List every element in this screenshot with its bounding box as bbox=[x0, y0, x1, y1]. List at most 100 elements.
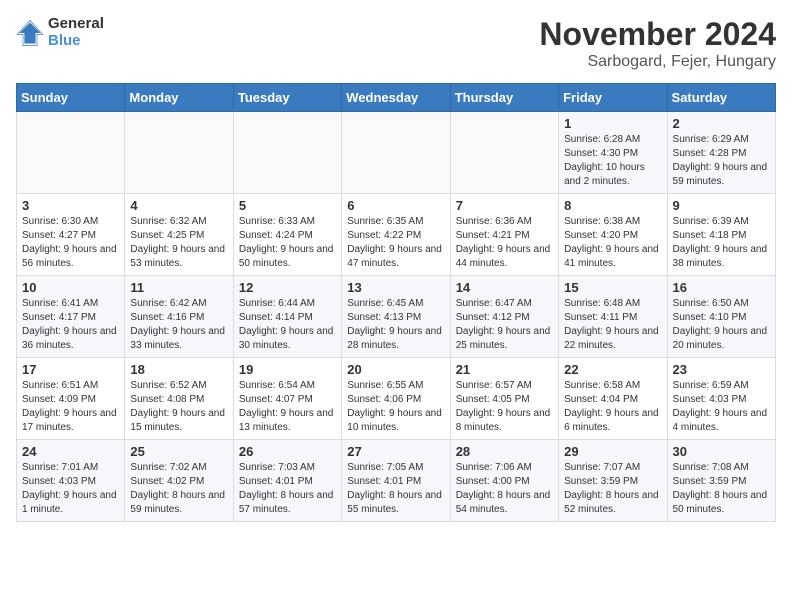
day-info: Sunrise: 6:45 AMSunset: 4:13 PMDaylight:… bbox=[347, 297, 444, 353]
day-info: Sunrise: 7:02 AMSunset: 4:02 PMDaylight:… bbox=[130, 461, 227, 517]
day-cell: 1 Sunrise: 6:28 AMSunset: 4:30 PMDaylight… bbox=[559, 112, 667, 194]
header-monday: Monday bbox=[125, 84, 233, 112]
day-cell: 25 Sunrise: 7:02 AMSunset: 4:02 PMDayligh… bbox=[125, 440, 233, 522]
day-number: 30 bbox=[673, 444, 770, 459]
day-cell: 17 Sunrise: 6:51 AMSunset: 4:09 PMDayligh… bbox=[17, 358, 125, 440]
day-number: 4 bbox=[130, 198, 227, 213]
day-cell: 8 Sunrise: 6:38 AMSunset: 4:20 PMDaylight… bbox=[559, 194, 667, 276]
day-number: 10 bbox=[22, 280, 119, 295]
day-cell: 13Sunrise: 6:45 AMSunset: 4:13 PMDayligh… bbox=[342, 276, 450, 358]
day-number: 28 bbox=[456, 444, 553, 459]
day-number: 24 bbox=[22, 444, 119, 459]
day-info: Sunrise: 7:01 AMSunset: 4:03 PMDaylight:… bbox=[22, 461, 119, 517]
day-info: Sunrise: 6:51 AMSunset: 4:09 PMDaylight:… bbox=[22, 379, 119, 435]
day-cell: 30 Sunrise: 7:08 AMSunset: 3:59 PMDayligh… bbox=[667, 440, 775, 522]
day-cell: 11 Sunrise: 6:42 AMSunset: 4:16 PMDayligh… bbox=[125, 276, 233, 358]
day-cell: 20 Sunrise: 6:55 AMSunset: 4:06 PMDayligh… bbox=[342, 358, 450, 440]
header-sunday: Sunday bbox=[17, 84, 125, 112]
day-info: Sunrise: 6:42 AMSunset: 4:16 PMDaylight:… bbox=[130, 297, 227, 353]
day-number: 18 bbox=[130, 362, 227, 377]
logo-icon bbox=[16, 19, 44, 47]
day-info: Sunrise: 6:50 AMSunset: 4:10 PMDaylight:… bbox=[673, 297, 770, 353]
day-number: 17 bbox=[22, 362, 119, 377]
day-number: 2 bbox=[673, 116, 770, 131]
day-cell: 26 Sunrise: 7:03 AMSunset: 4:01 PMDayligh… bbox=[233, 440, 341, 522]
logo-text: General Blue bbox=[48, 16, 104, 49]
day-info: Sunrise: 7:06 AMSunset: 4:00 PMDaylight:… bbox=[456, 461, 553, 517]
day-number: 25 bbox=[130, 444, 227, 459]
week-row-5: 24 Sunrise: 7:01 AMSunset: 4:03 PMDayligh… bbox=[17, 440, 776, 522]
month-title: November 2024 bbox=[539, 16, 776, 53]
logo: General Blue bbox=[16, 16, 104, 49]
day-number: 19 bbox=[239, 362, 336, 377]
day-number: 21 bbox=[456, 362, 553, 377]
week-row-2: 3 Sunrise: 6:30 AMSunset: 4:27 PMDaylight… bbox=[17, 194, 776, 276]
day-info: Sunrise: 6:48 AMSunset: 4:11 PMDaylight:… bbox=[564, 297, 661, 353]
day-cell: 5Sunrise: 6:33 AMSunset: 4:24 PMDaylight… bbox=[233, 194, 341, 276]
header-wednesday: Wednesday bbox=[342, 84, 450, 112]
day-info: Sunrise: 7:05 AMSunset: 4:01 PMDaylight:… bbox=[347, 461, 444, 517]
day-cell: 3 Sunrise: 6:30 AMSunset: 4:27 PMDaylight… bbox=[17, 194, 125, 276]
day-cell: 28 Sunrise: 7:06 AMSunset: 4:00 PMDayligh… bbox=[450, 440, 558, 522]
day-number: 22 bbox=[564, 362, 661, 377]
day-cell: 21 Sunrise: 6:57 AMSunset: 4:05 PMDayligh… bbox=[450, 358, 558, 440]
day-number: 7 bbox=[456, 198, 553, 213]
day-info: Sunrise: 6:35 AMSunset: 4:22 PMDaylight:… bbox=[347, 215, 444, 271]
header-tuesday: Tuesday bbox=[233, 84, 341, 112]
week-row-1: 1 Sunrise: 6:28 AMSunset: 4:30 PMDaylight… bbox=[17, 112, 776, 194]
day-number: 11 bbox=[130, 280, 227, 295]
logo-blue: Blue bbox=[48, 33, 104, 50]
day-info: Sunrise: 6:39 AMSunset: 4:18 PMDaylight:… bbox=[673, 215, 770, 271]
day-number: 23 bbox=[673, 362, 770, 377]
day-cell: 23 Sunrise: 6:59 AMSunset: 4:03 PMDayligh… bbox=[667, 358, 775, 440]
day-cell: 6 Sunrise: 6:35 AMSunset: 4:22 PMDaylight… bbox=[342, 194, 450, 276]
week-row-3: 10 Sunrise: 6:41 AMSunset: 4:17 PMDayligh… bbox=[17, 276, 776, 358]
day-info: Sunrise: 6:41 AMSunset: 4:17 PMDaylight:… bbox=[22, 297, 119, 353]
day-cell bbox=[342, 112, 450, 194]
day-info: Sunrise: 7:03 AMSunset: 4:01 PMDaylight:… bbox=[239, 461, 336, 517]
day-number: 3 bbox=[22, 198, 119, 213]
day-info: Sunrise: 6:32 AMSunset: 4:25 PMDaylight:… bbox=[130, 215, 227, 271]
day-info: Sunrise: 6:36 AMSunset: 4:21 PMDaylight:… bbox=[456, 215, 553, 271]
day-number: 1 bbox=[564, 116, 661, 131]
day-cell: 16Sunrise: 6:50 AMSunset: 4:10 PMDayligh… bbox=[667, 276, 775, 358]
location-title: Sarbogard, Fejer, Hungary bbox=[539, 53, 776, 71]
day-info: Sunrise: 6:55 AMSunset: 4:06 PMDaylight:… bbox=[347, 379, 444, 435]
day-number: 8 bbox=[564, 198, 661, 213]
day-info: Sunrise: 6:30 AMSunset: 4:27 PMDaylight:… bbox=[22, 215, 119, 271]
day-number: 12 bbox=[239, 280, 336, 295]
day-cell: 14 Sunrise: 6:47 AMSunset: 4:12 PMDayligh… bbox=[450, 276, 558, 358]
day-number: 14 bbox=[456, 280, 553, 295]
day-cell: 12 Sunrise: 6:44 AMSunset: 4:14 PMDayligh… bbox=[233, 276, 341, 358]
day-number: 29 bbox=[564, 444, 661, 459]
day-cell bbox=[450, 112, 558, 194]
day-cell: 9 Sunrise: 6:39 AMSunset: 4:18 PMDaylight… bbox=[667, 194, 775, 276]
day-info: Sunrise: 6:38 AMSunset: 4:20 PMDaylight:… bbox=[564, 215, 661, 271]
page-header: General Blue November 2024 Sarbogard, Fe… bbox=[16, 16, 776, 71]
day-number: 5 bbox=[239, 198, 336, 213]
day-number: 6 bbox=[347, 198, 444, 213]
header-friday: Friday bbox=[559, 84, 667, 112]
day-info: Sunrise: 6:59 AMSunset: 4:03 PMDaylight:… bbox=[673, 379, 770, 435]
day-info: Sunrise: 6:28 AMSunset: 4:30 PMDaylight:… bbox=[564, 133, 661, 189]
day-cell bbox=[125, 112, 233, 194]
day-cell: 29Sunrise: 7:07 AMSunset: 3:59 PMDayligh… bbox=[559, 440, 667, 522]
day-info: Sunrise: 6:58 AMSunset: 4:04 PMDaylight:… bbox=[564, 379, 661, 435]
week-row-4: 17 Sunrise: 6:51 AMSunset: 4:09 PMDayligh… bbox=[17, 358, 776, 440]
day-info: Sunrise: 6:57 AMSunset: 4:05 PMDaylight:… bbox=[456, 379, 553, 435]
day-cell: 18 Sunrise: 6:52 AMSunset: 4:08 PMDayligh… bbox=[125, 358, 233, 440]
day-info: Sunrise: 7:08 AMSunset: 3:59 PMDaylight:… bbox=[673, 461, 770, 517]
header-saturday: Saturday bbox=[667, 84, 775, 112]
day-number: 27 bbox=[347, 444, 444, 459]
day-info: Sunrise: 6:47 AMSunset: 4:12 PMDaylight:… bbox=[456, 297, 553, 353]
day-info: Sunrise: 6:52 AMSunset: 4:08 PMDaylight:… bbox=[130, 379, 227, 435]
day-number: 20 bbox=[347, 362, 444, 377]
header-row: SundayMondayTuesdayWednesdayThursdayFrid… bbox=[17, 84, 776, 112]
day-cell: 10 Sunrise: 6:41 AMSunset: 4:17 PMDayligh… bbox=[17, 276, 125, 358]
day-cell: 24 Sunrise: 7:01 AMSunset: 4:03 PMDayligh… bbox=[17, 440, 125, 522]
header-thursday: Thursday bbox=[450, 84, 558, 112]
title-area: November 2024 Sarbogard, Fejer, Hungary bbox=[539, 16, 776, 71]
day-info: Sunrise: 6:44 AMSunset: 4:14 PMDaylight:… bbox=[239, 297, 336, 353]
day-number: 9 bbox=[673, 198, 770, 213]
day-number: 26 bbox=[239, 444, 336, 459]
